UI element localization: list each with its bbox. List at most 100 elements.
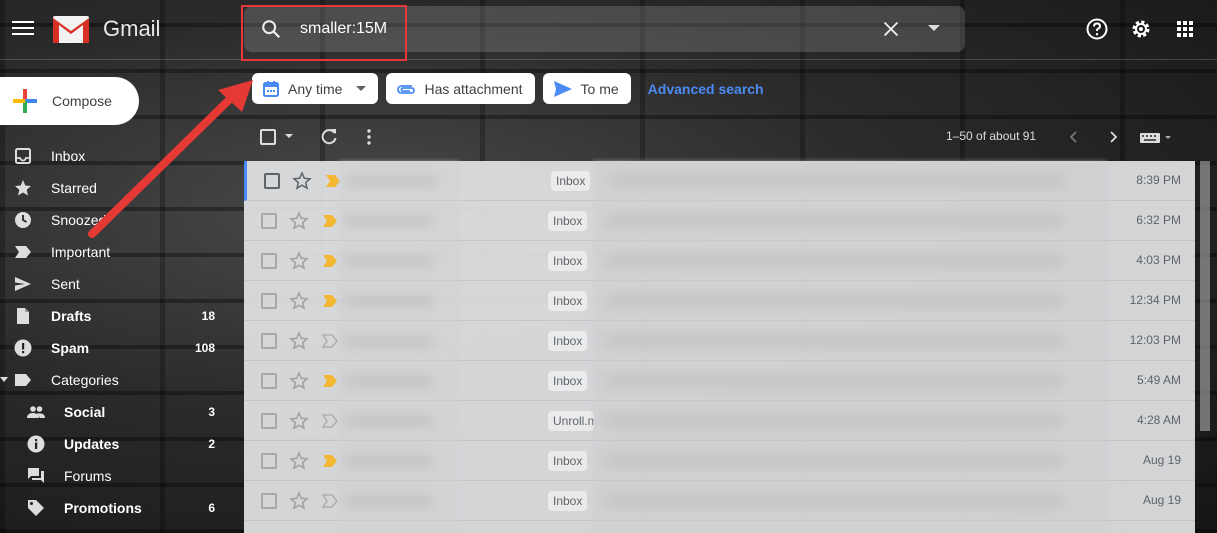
label-badge: Inbox xyxy=(548,371,588,391)
email-row[interactable]: Inbox 8:39 PM xyxy=(244,161,1195,201)
important-marker-icon[interactable] xyxy=(322,334,338,348)
row-checkbox[interactable] xyxy=(264,173,280,189)
sidebar-item-drafts[interactable]: Drafts 18 xyxy=(0,300,232,332)
sidebar-item-spam[interactable]: Spam 108 xyxy=(0,332,232,364)
select-all-checkbox[interactable] xyxy=(260,129,276,145)
main-menu-button[interactable] xyxy=(12,18,34,40)
sidebar-item-promotions[interactable]: Promotions 6 xyxy=(0,492,232,524)
row-checkbox[interactable] xyxy=(261,373,277,389)
gmail-logo-icon[interactable] xyxy=(53,16,89,43)
chevron-down-icon xyxy=(356,86,367,91)
email-row[interactable]: Inbox Aug 19 xyxy=(244,441,1195,481)
important-marker-icon[interactable] xyxy=(322,254,338,268)
prev-page-icon[interactable] xyxy=(1064,127,1084,147)
sidebar-item-categories[interactable]: Categories xyxy=(0,364,232,396)
row-checkbox[interactable] xyxy=(261,253,277,269)
paperclip-icon xyxy=(397,84,416,94)
sender-redacted xyxy=(344,415,434,427)
draft-icon xyxy=(17,308,29,324)
apps-grid-icon[interactable] xyxy=(1173,17,1197,41)
email-row[interactable]: Inbox 12:03 PM xyxy=(244,321,1195,361)
subject-redacted xyxy=(604,454,1064,468)
star-icon[interactable] xyxy=(289,491,309,511)
has-attachment-filter[interactable]: Has attachment xyxy=(386,73,535,104)
row-checkbox[interactable] xyxy=(261,333,277,349)
search-icon[interactable] xyxy=(260,18,282,40)
refresh-icon[interactable] xyxy=(319,127,339,147)
any-time-filter[interactable]: Any time xyxy=(252,73,379,104)
sidebar-item-label: Categories xyxy=(51,372,119,388)
star-icon[interactable] xyxy=(289,411,309,431)
star-icon[interactable] xyxy=(289,371,309,391)
sidebar-item-starred[interactable]: Starred xyxy=(0,172,232,204)
label-badge: Inbox xyxy=(548,291,588,311)
email-row[interactable]: Inbox 12:34 PM xyxy=(244,281,1195,321)
email-row[interactable]: Inbox 5:49 AM xyxy=(244,361,1195,401)
subject-redacted xyxy=(604,494,1064,508)
email-row[interactable]: Inbox 4:03 PM xyxy=(244,241,1195,281)
select-options-chevron-icon[interactable] xyxy=(285,134,293,138)
search-input[interactable] xyxy=(300,14,860,44)
star-icon[interactable] xyxy=(289,211,309,231)
email-row[interactable]: Inbox Aug 19 xyxy=(244,481,1195,521)
sender-redacted xyxy=(344,455,434,467)
sidebar-item-social[interactable]: Social 3 xyxy=(0,396,232,428)
updates-count: 2 xyxy=(208,437,215,451)
inbox-icon xyxy=(15,148,31,164)
more-options-icon[interactable] xyxy=(359,127,379,147)
label-badge: Inbox xyxy=(548,491,588,511)
row-checkbox[interactable] xyxy=(261,413,277,429)
label-badge: Inbox xyxy=(548,451,588,471)
gear-icon[interactable] xyxy=(1129,17,1153,41)
important-marker-icon[interactable] xyxy=(322,494,338,508)
email-date: 5:49 AM xyxy=(1136,373,1181,387)
email-row[interactable]: Unroll.me 4:28 AM xyxy=(244,401,1195,441)
star-icon[interactable] xyxy=(292,171,312,191)
sidebar-item-label: Inbox xyxy=(51,148,86,164)
star-icon[interactable] xyxy=(289,251,309,271)
important-marker-icon[interactable] xyxy=(322,294,338,308)
row-checkbox[interactable] xyxy=(261,493,277,509)
important-marker-icon[interactable] xyxy=(322,414,338,428)
list-scrollbar[interactable] xyxy=(1200,161,1210,431)
next-page-icon[interactable] xyxy=(1103,127,1123,147)
sidebar-item-snoozed[interactable]: Snoozed xyxy=(0,204,232,236)
important-marker-icon[interactable] xyxy=(322,374,338,388)
sidebar-item-label: Sent xyxy=(51,276,80,292)
star-icon xyxy=(15,180,31,196)
sidebar-item-inbox[interactable]: Inbox xyxy=(0,140,232,172)
keyboard-icon[interactable] xyxy=(1139,127,1173,147)
search-options-dropdown[interactable] xyxy=(928,25,940,31)
expand-caret-icon[interactable] xyxy=(0,377,8,383)
row-checkbox[interactable] xyxy=(261,293,277,309)
clear-search-icon[interactable] xyxy=(880,18,902,40)
any-time-label: Any time xyxy=(288,80,343,97)
star-icon[interactable] xyxy=(289,291,309,311)
plus-icon xyxy=(13,89,37,113)
help-icon[interactable] xyxy=(1085,17,1109,41)
compose-label: Compose xyxy=(52,93,112,109)
star-icon[interactable] xyxy=(289,331,309,351)
sidebar-item-important[interactable]: Important xyxy=(0,236,232,268)
sidebar-item-label: Updates xyxy=(64,436,120,452)
subject-redacted xyxy=(604,254,1064,268)
sidebar-item-updates[interactable]: Updates 2 xyxy=(0,428,232,460)
star-icon[interactable] xyxy=(289,451,309,471)
advanced-search-link[interactable]: Advanced search xyxy=(648,81,764,97)
row-checkbox[interactable] xyxy=(261,213,277,229)
label-icon xyxy=(15,374,31,386)
sidebar-item-sent[interactable]: Sent xyxy=(0,268,232,300)
email-date: 12:34 PM xyxy=(1129,293,1181,307)
to-me-filter[interactable]: To me xyxy=(542,73,631,104)
search-filter-chips: Any time Has attachment To me Advanced s… xyxy=(252,73,764,104)
sender-redacted xyxy=(344,335,434,347)
important-marker-icon[interactable] xyxy=(322,454,338,468)
row-checkbox[interactable] xyxy=(261,453,277,469)
promotions-count: 6 xyxy=(208,501,215,515)
email-row[interactable]: Inbox 6:32 PM xyxy=(244,201,1195,241)
compose-button[interactable]: Compose xyxy=(0,77,139,125)
important-marker-icon[interactable] xyxy=(322,214,338,228)
sidebar-item-forums[interactable]: Forums xyxy=(0,460,232,492)
important-marker-icon[interactable] xyxy=(325,174,341,188)
sender-redacted xyxy=(344,255,434,267)
